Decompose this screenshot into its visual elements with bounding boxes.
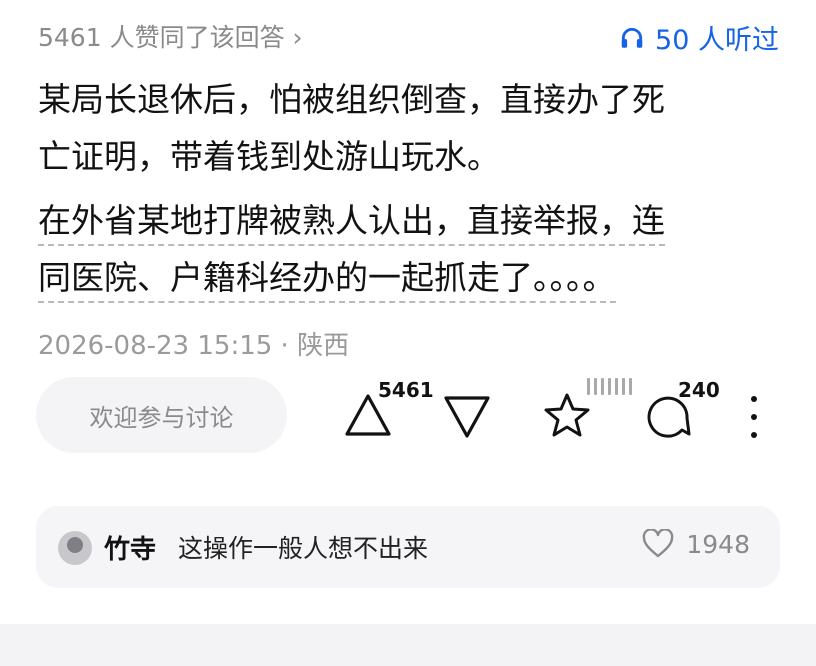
comment-input[interactable]: 欢迎参与讨论	[36, 377, 287, 453]
highlighted-line[interactable]: 在外省某地打牌被熟人认出，直接举报，连	[38, 201, 665, 246]
downvote-triangle-icon	[444, 396, 490, 438]
comment-author[interactable]: 竹寺	[104, 529, 156, 566]
star-icon	[544, 393, 590, 437]
comment-like-count: 1948	[686, 529, 750, 559]
more-options-icon[interactable]	[742, 392, 766, 442]
answer-header: 5461 人赞同了该回答 › 50 人听过	[0, 0, 816, 72]
answer-line: 某局长退休后，怕被组织倒查，直接办了死	[38, 80, 665, 119]
avatar[interactable]	[58, 531, 92, 565]
answer-paragraph-2[interactable]: 在外省某地打牌被熟人认出，直接举报，连 同医院、户籍科经办的一起抓走了。。。。	[38, 192, 778, 306]
post-time-location: 2026-08-23 15:15 · 陕西	[38, 331, 350, 361]
comment-count: 240	[678, 378, 720, 402]
hot-comment-card[interactable]: 竹寺 这操作一般人想不出来 1948	[36, 506, 780, 588]
upvote-count: 5461	[378, 378, 434, 402]
likes-summary-link[interactable]: 5461 人赞同了该回答 ›	[38, 18, 303, 54]
comment-like-button[interactable]: 1948	[642, 529, 750, 559]
answer-line: 亡证明，带着钱到处游山玩水。	[38, 137, 500, 176]
highlighted-line[interactable]: 同医院、户籍科经办的一起抓走了。。。。	[38, 258, 616, 303]
favorite-button[interactable]	[542, 390, 592, 440]
headphones-icon	[621, 27, 643, 48]
answer-paragraph-1: 某局长退休后，怕被组织倒查，直接办了死 亡证明，带着钱到处游山玩水。	[38, 71, 778, 185]
listen-count-label: 50 人听过	[655, 25, 779, 56]
downvote-button[interactable]	[442, 392, 492, 442]
heart-icon	[643, 529, 674, 558]
listen-button[interactable]: 50 人听过	[619, 18, 779, 57]
favorite-count-bars-icon	[587, 378, 632, 395]
section-divider	[0, 624, 816, 666]
comment-text: 这操作一般人想不出来	[178, 534, 429, 563]
